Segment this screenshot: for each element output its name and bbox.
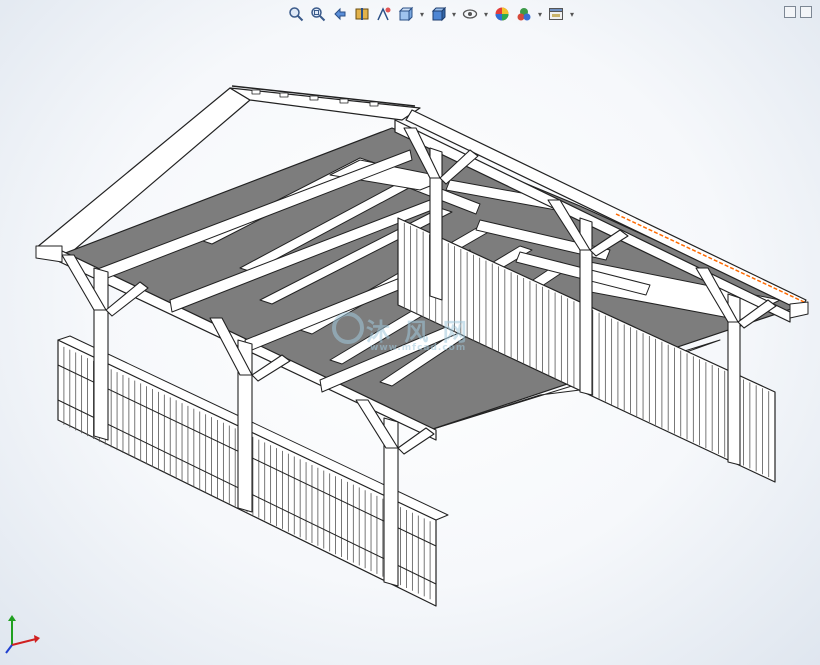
watermark: 沐 风 网 www.mfcad.com — [330, 312, 470, 353]
watermark-logo-icon — [332, 312, 364, 344]
coordinate-triad — [5, 615, 40, 654]
watermark-sub-text: www.mfcad.com — [370, 343, 467, 353]
watermark-main-text: 沐 风 网 — [366, 318, 470, 346]
